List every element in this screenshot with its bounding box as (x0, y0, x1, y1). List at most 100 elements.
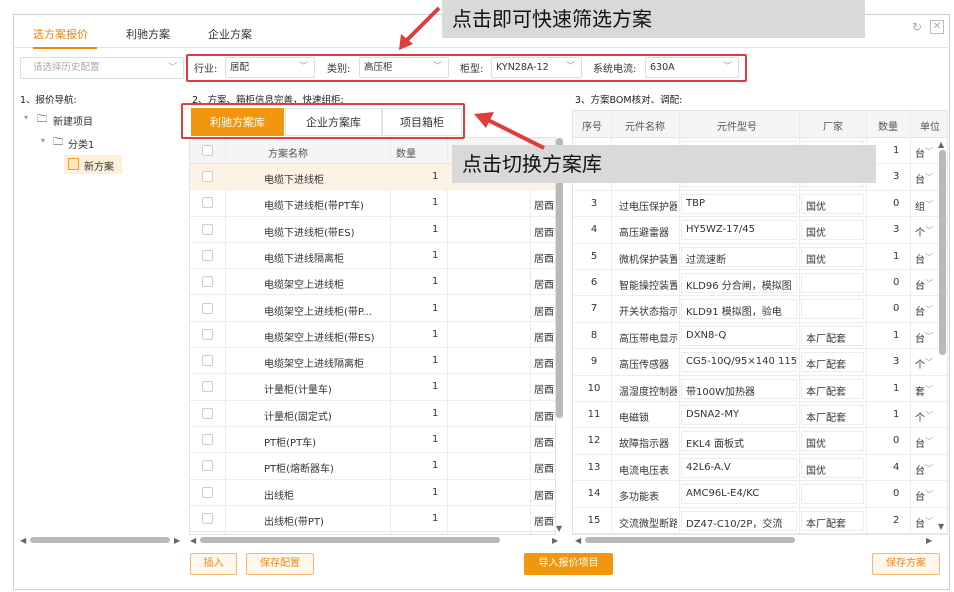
chevron-down-icon[interactable]: ﹀ (925, 331, 933, 342)
bom-qty[interactable]: 3 (893, 171, 899, 182)
chevron-down-icon[interactable]: ﹀ (925, 278, 933, 289)
bom-model[interactable]: CG5-10Q/95×140 115 (686, 356, 796, 367)
bom-model[interactable]: HY5WZ-17/45 (686, 224, 796, 235)
bom-qty[interactable]: 1 (893, 409, 899, 420)
chevron-down-icon[interactable]: ﹀ (925, 384, 933, 395)
bom-model[interactable]: TBP (686, 198, 796, 209)
table-row[interactable]: 4 高压避雷器 HY5WZ-17/45 国优 3 个 ﹀ (573, 217, 947, 244)
table-row[interactable]: 计量柜(固定式) 1 居酉 (190, 401, 555, 427)
chevron-down-icon[interactable]: ﹀ (925, 436, 933, 447)
table-row[interactable]: 9 高压传感器 CG5-10Q/95×140 115 本厂配套 3 个 ﹀ (573, 349, 947, 376)
scroll-left-icon[interactable]: ◀ (575, 536, 581, 545)
bom-model[interactable]: 42L6-A.V (686, 462, 796, 473)
table-row[interactable]: 13 电流电压表 42L6-A.V 国优 4 台 ﹀ (573, 455, 947, 482)
bom-qty[interactable]: 1 (893, 383, 899, 394)
bom-qty[interactable]: 3 (893, 224, 899, 235)
table-row[interactable]: PT柜(PT车) 1 居酉 (190, 427, 555, 454)
bom-qty[interactable]: 1 (893, 145, 899, 156)
table-row[interactable]: 5 微机保护装置 过流速断 国优 1 台 ﹀ (573, 244, 947, 270)
table-row[interactable]: 电缆下进线隔离柜 1 居酉 (190, 243, 555, 270)
chevron-down-icon[interactable]: ﹀ (925, 463, 933, 474)
bom-qty[interactable]: 0 (893, 303, 899, 314)
bom-model[interactable]: EKL4 面板式 (686, 435, 796, 450)
bom-unit[interactable]: 台 (915, 515, 925, 530)
row-checkbox[interactable] (202, 302, 213, 314)
table-row[interactable]: 15 交流微型断路器 DZ47-C10/2P，交流本厂配套 2 台﹀ (573, 508, 947, 534)
bom-vendor[interactable]: 本厂配套 (806, 383, 864, 398)
chevron-down-icon[interactable]: ﹀ (925, 357, 933, 368)
bom-qty[interactable]: 1 (893, 330, 899, 341)
row-checkbox[interactable] (202, 486, 213, 498)
chevron-down-icon[interactable]: ﹀ (925, 199, 933, 210)
scroll-left-icon[interactable]: ◀ (20, 536, 26, 545)
bom-model[interactable]: DZ47-C10/2P，交流 (686, 515, 796, 530)
table-row[interactable]: 出线柜(带PT) 1 居酉 (190, 506, 555, 533)
scroll-left-icon[interactable]: ◀ (190, 536, 196, 545)
bom-unit[interactable]: 台 (915, 462, 925, 477)
bom-unit[interactable]: 个 (915, 409, 925, 424)
bom-model[interactable]: KLD91 模拟图，验电 (686, 303, 796, 318)
scroll-down-icon[interactable]: ▼ (938, 522, 944, 531)
bom-unit[interactable]: 台 (915, 251, 925, 266)
table-row[interactable]: 电缆下进线柜(带ES) 1 居酉 (190, 217, 555, 243)
table-row[interactable]: 8 高压带电显示 DXN8-Q 本厂配套 1 台 ﹀ (573, 323, 947, 350)
save-scheme-button[interactable]: 保存方案 (872, 553, 940, 575)
chevron-down-icon[interactable]: ﹀ (925, 146, 933, 157)
row-checkbox[interactable] (202, 249, 213, 261)
bom-model[interactable]: AMC96L-E4/KC (686, 488, 796, 499)
row-checkbox[interactable] (202, 197, 213, 209)
table-row[interactable]: 7 开关状态指示 KLD91 模拟图，验电 0 台 ﹀ (573, 296, 947, 323)
bom-unit[interactable]: 台 (915, 171, 925, 186)
bom-model[interactable]: DXN8-Q (686, 330, 796, 341)
bom-vendor[interactable]: 国优 (806, 462, 864, 477)
insert-button[interactable]: 插入 (190, 553, 237, 575)
bom-qty[interactable]: 0 (893, 198, 899, 209)
bom-vendor[interactable]: 国优 (806, 198, 864, 213)
row-checkbox[interactable] (202, 355, 213, 367)
bom-model[interactable]: 带100W加热器 (686, 383, 796, 398)
bom-unit[interactable]: 台 (915, 277, 925, 292)
nav-hscrollbar[interactable] (30, 537, 170, 543)
bom-vendor[interactable]: 国优 (806, 224, 864, 239)
bom-vscrollbar[interactable] (939, 150, 946, 355)
chevron-down-icon[interactable]: ﹀ (925, 304, 933, 315)
row-checkbox[interactable] (202, 460, 213, 472)
scroll-down-icon[interactable]: ▼ (556, 524, 562, 533)
chevron-down-icon[interactable]: ﹀ (925, 489, 933, 500)
bom-model[interactable]: DSNA2-MY (686, 409, 796, 420)
bom-unit[interactable]: 套 (915, 383, 925, 398)
bom-unit[interactable]: 个 (915, 224, 925, 239)
bom-vendor[interactable]: 本厂配套 (806, 330, 864, 345)
table-row[interactable]: 电缆架空上进线柜(带P... 1 居酉 (190, 296, 555, 322)
collapse-icon[interactable]: ▾ (41, 136, 45, 145)
select-all-checkbox[interactable] (202, 145, 213, 156)
row-checkbox[interactable] (202, 276, 213, 288)
table-row[interactable]: 计量柜(计量车) 1 居酉 (190, 374, 555, 401)
bom-vendor[interactable]: 国优 (806, 251, 864, 266)
bom-qty[interactable]: 1 (893, 251, 899, 262)
scroll-right-icon[interactable]: ▶ (174, 536, 180, 545)
table-row[interactable]: 14 多功能表 AMC96L-E4/KC 0 台 ﹀ (573, 481, 947, 508)
bom-qty[interactable]: 0 (893, 435, 899, 446)
table-row[interactable]: 11 电磁锁 DSNA2-MY 本厂配套 1 个 ﹀ (573, 402, 947, 429)
bom-unit[interactable]: 组 (915, 198, 925, 213)
table-row[interactable]: 电缆架空上进线隔离柜 1 居酉 (190, 348, 555, 375)
chevron-down-icon[interactable]: ﹀ (925, 516, 933, 527)
bom-model[interactable]: 过流速断 (686, 251, 796, 266)
bom-vendor[interactable]: 本厂配套 (806, 515, 864, 530)
table-row[interactable]: 电缆下进线柜(带PT车) 1 居酉 (190, 190, 555, 217)
bom-vendor[interactable]: 本厂配套 (806, 356, 864, 371)
tab-lichi-scheme[interactable]: 利驰方案 (126, 26, 170, 42)
bom-unit[interactable]: 台 (915, 330, 925, 345)
row-checkbox[interactable] (202, 381, 213, 393)
bom-hscrollbar[interactable] (585, 537, 795, 543)
table-row[interactable]: 6 智能操控装置 KLD96 分合闸，模拟图 0 台 ﹀ (573, 270, 947, 297)
bom-unit[interactable]: 台 (915, 488, 925, 503)
scroll-right-icon[interactable]: ▶ (552, 536, 558, 545)
refresh-icon[interactable]: ↻ (910, 20, 924, 34)
scroll-up-icon[interactable]: ▲ (938, 140, 944, 149)
scheme-hscrollbar[interactable] (200, 537, 500, 543)
table-row[interactable]: 10 温湿度控制器 带100W加热器 本厂配套 1 套 ﹀ (573, 376, 947, 402)
tab-enterprise-scheme[interactable]: 企业方案 (208, 26, 252, 42)
table-row[interactable]: 电缆架空上进线柜(带ES) 1 居酉 (190, 322, 555, 349)
